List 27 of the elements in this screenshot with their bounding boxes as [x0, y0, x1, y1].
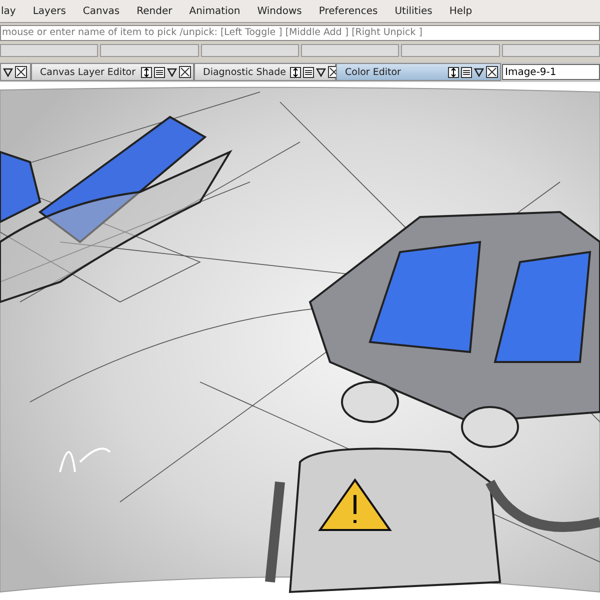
- palette-tab[interactable]: Color Editor: [336, 63, 501, 81]
- resize-icon[interactable]: [290, 66, 301, 78]
- menu-item[interactable]: Render: [130, 6, 180, 16]
- menu-item[interactable]: Help: [443, 6, 480, 16]
- list-icon[interactable]: [154, 66, 165, 78]
- palette-tab[interactable]: Diagnostic Shade: [194, 63, 336, 81]
- resize-icon[interactable]: [448, 66, 459, 78]
- list-icon[interactable]: [302, 66, 314, 78]
- menu-item[interactable]: Preferences: [312, 6, 385, 16]
- palette-tab[interactable]: [0, 63, 31, 81]
- dropdown-icon[interactable]: [474, 68, 484, 76]
- dropdown-icon[interactable]: [167, 68, 177, 76]
- dropdown-icon[interactable]: [316, 68, 326, 76]
- close-icon[interactable]: [486, 66, 498, 78]
- close-icon[interactable]: [179, 66, 191, 78]
- palette-tab[interactable]: Canvas Layer Editor: [31, 63, 194, 81]
- close-icon[interactable]: [15, 66, 27, 78]
- menu-item[interactable]: lay: [0, 6, 23, 16]
- menu-item[interactable]: Windows: [251, 6, 309, 16]
- menu-item[interactable]: Animation: [183, 6, 248, 16]
- menu-item[interactable]: Canvas: [76, 6, 127, 16]
- list-icon[interactable]: [461, 66, 472, 78]
- dropdown-icon[interactable]: [3, 68, 13, 76]
- image-name-field[interactable]: Image-9-1: [502, 64, 600, 80]
- menu-item[interactable]: Utilities: [388, 6, 440, 16]
- resize-icon[interactable]: [141, 66, 152, 78]
- menu-item[interactable]: Layers: [26, 6, 73, 16]
